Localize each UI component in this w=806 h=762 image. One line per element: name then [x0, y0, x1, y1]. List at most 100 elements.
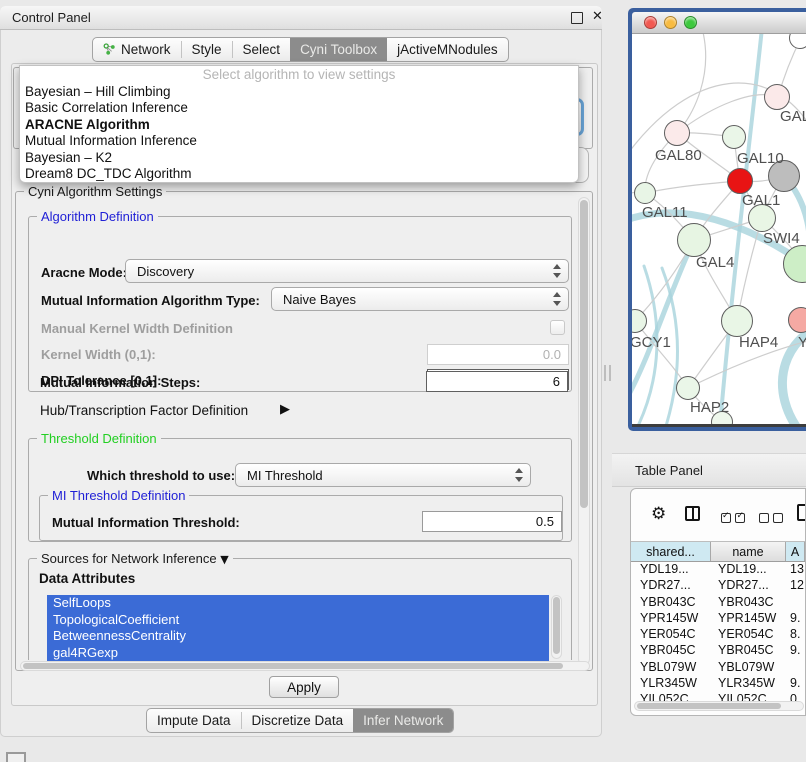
network-view-window: GALGAL80GAL10GAL1GAL11SWI4GAL4GCY1HAP4YH… — [628, 8, 806, 431]
graph-node[interactable] — [676, 376, 700, 400]
tab-label: Cyni Toolbox — [300, 42, 377, 57]
graph-node[interactable] — [664, 120, 690, 146]
tab-jactivemnodules[interactable]: jActiveMNodules — [387, 38, 508, 61]
document-icon[interactable] — [797, 504, 806, 521]
checked-columns-icon[interactable] — [721, 509, 745, 527]
cell-name: YBL079W — [711, 660, 786, 676]
window-minimize-icon[interactable] — [664, 16, 677, 29]
window-zoom-icon[interactable] — [684, 16, 697, 29]
table-row[interactable]: YBL079W YBL079W — [631, 660, 805, 676]
node-label: GAL10 — [737, 150, 784, 167]
cell-shared-name: YER054C — [631, 627, 711, 643]
column-header-name[interactable]: name — [711, 542, 786, 561]
which-threshold-label: Which threshold to use: — [87, 468, 235, 483]
attribute-item[interactable]: SelfLoops — [47, 595, 549, 612]
cell-value: 9. — [786, 676, 805, 692]
network-window-titlebar[interactable] — [632, 12, 806, 34]
sources-collapse-icon[interactable]: ▼ — [220, 553, 228, 566]
combobox-value: Discovery — [137, 264, 194, 279]
graph-node[interactable] — [677, 223, 711, 257]
scrollbar-thumb[interactable] — [637, 703, 781, 709]
scrollbar-thumb[interactable] — [553, 597, 560, 654]
table-panel: ⚙ shared... name A YDL19... YDL19... 13 … — [630, 488, 806, 716]
scrollbar-thumb[interactable] — [23, 663, 563, 669]
aracne-mode-combobox[interactable]: Discovery — [125, 259, 569, 283]
gear-icon[interactable]: ⚙ — [651, 504, 666, 524]
top-tab-bar: Network Style Select Cyni Toolbox jActiv… — [92, 37, 509, 62]
attribute-item[interactable]: TopologicalCoefficient — [47, 612, 549, 629]
node-label: GAL4 — [696, 254, 734, 271]
cell-value: 13 — [786, 562, 805, 578]
table-horizontal-scrollbar[interactable] — [634, 701, 804, 711]
table-row[interactable]: YBR045C YBR045C 9. — [631, 643, 805, 659]
algorithm-option[interactable]: Mutual Information Inference — [20, 133, 578, 149]
tab-label: Style — [192, 42, 222, 57]
data-attributes-label: Data Attributes — [39, 571, 135, 586]
attributes-scrollbar[interactable] — [551, 595, 562, 659]
network-canvas[interactable]: GALGAL80GAL10GAL1GAL11SWI4GAL4GCY1HAP4YH… — [632, 34, 806, 424]
tab-discretize-data[interactable]: Discretize Data — [242, 709, 354, 732]
settings-horizontal-scrollbar[interactable] — [20, 661, 590, 671]
window-close-icon[interactable] — [644, 16, 657, 29]
table-panel-title: Table Panel — [635, 463, 703, 478]
cell-name: YDR27... — [711, 578, 786, 594]
cell-name: YER054C — [711, 627, 786, 643]
stepper-arrows-icon — [552, 264, 561, 278]
graph-node[interactable] — [722, 125, 746, 149]
column-header-shared-name[interactable]: shared... — [631, 542, 711, 561]
mi-threshold-field[interactable] — [422, 511, 562, 532]
cell-value: 9. — [786, 611, 805, 627]
mi-steps-field[interactable] — [426, 371, 568, 392]
table-row[interactable]: YBR043C YBR043C — [631, 595, 805, 611]
graph-node[interactable] — [764, 84, 790, 110]
table-row[interactable]: YLR345W YLR345W 9. — [631, 676, 805, 692]
panel-title: Control Panel — [12, 10, 91, 25]
table-row[interactable]: YPR145W YPR145W 9. — [631, 611, 805, 627]
unchecked-columns-icon[interactable] — [759, 509, 783, 527]
tab-infer-network[interactable]: Infer Network — [353, 709, 453, 732]
tab-impute-data[interactable]: Impute Data — [147, 709, 241, 732]
algorithm-option[interactable]: ARACNE Algorithm — [20, 117, 578, 133]
hub-expand-icon[interactable]: ▶ — [280, 402, 290, 417]
table-row[interactable]: YIL052C YIL052C 0. — [631, 692, 805, 701]
graph-node[interactable] — [727, 168, 753, 194]
scrollbar-thumb[interactable] — [580, 200, 588, 508]
mi-threshold-label: Mutual Information Threshold: — [52, 515, 240, 530]
cell-value — [786, 595, 805, 611]
combobox-value: Naive Bayes — [283, 292, 356, 307]
tab-select[interactable]: Select — [233, 38, 291, 61]
manual-kernel-label: Manual Kernel Width Definition — [41, 321, 233, 336]
algorithm-option[interactable]: Basic Correlation Inference — [20, 100, 578, 116]
settings-vertical-scrollbar[interactable] — [578, 197, 590, 665]
float-icon[interactable] — [571, 12, 583, 24]
aracne-mode-label: Aracne Mode: — [41, 265, 127, 280]
graph-node[interactable] — [721, 305, 753, 337]
cell-shared-name: YBR045C — [631, 643, 711, 659]
node-label: GCY1 — [632, 334, 671, 351]
splitter-grip[interactable] — [604, 365, 611, 381]
which-threshold-combobox[interactable]: MI Threshold — [235, 463, 531, 487]
mi-threshold-group: MI Threshold Definition Mutual Informati… — [39, 495, 563, 541]
table-row[interactable]: YER054C YER054C 8. — [631, 627, 805, 643]
split-view-icon[interactable] — [685, 506, 700, 521]
table-row[interactable]: YDL19... YDL19... 13 — [631, 562, 805, 578]
tab-style[interactable]: Style — [182, 38, 232, 61]
attribute-item[interactable]: gal4RGexp — [47, 645, 549, 662]
sources-group: Sources for Network Inference ▼ Data Att… — [28, 558, 572, 660]
panel-corner-grip[interactable] — [6, 752, 26, 762]
column-header-next[interactable]: A — [786, 542, 805, 561]
algorithm-option[interactable]: Dream8 DC_TDC Algorithm — [20, 166, 578, 182]
cell-shared-name: YPR145W — [631, 611, 711, 627]
algorithm-option[interactable]: Bayesian – K2 — [20, 150, 578, 166]
attribute-item[interactable]: BetweennessCentrality — [47, 628, 549, 645]
algorithm-option[interactable]: Bayesian – Hill Climbing — [20, 84, 578, 100]
control-panel-titlebar: Control Panel ✕ — [0, 6, 602, 30]
apply-button[interactable]: Apply — [269, 676, 339, 698]
graph-node[interactable] — [634, 182, 656, 204]
tab-cyni-toolbox[interactable]: Cyni Toolbox — [290, 38, 387, 61]
close-icon[interactable]: ✕ — [592, 9, 603, 24]
mi-algorithm-type-combobox[interactable]: Naive Bayes — [271, 287, 569, 311]
cell-shared-name: YIL052C — [631, 692, 711, 701]
tab-network[interactable]: Network — [93, 38, 181, 61]
table-row[interactable]: YDR27... YDR27... 12 — [631, 578, 805, 594]
